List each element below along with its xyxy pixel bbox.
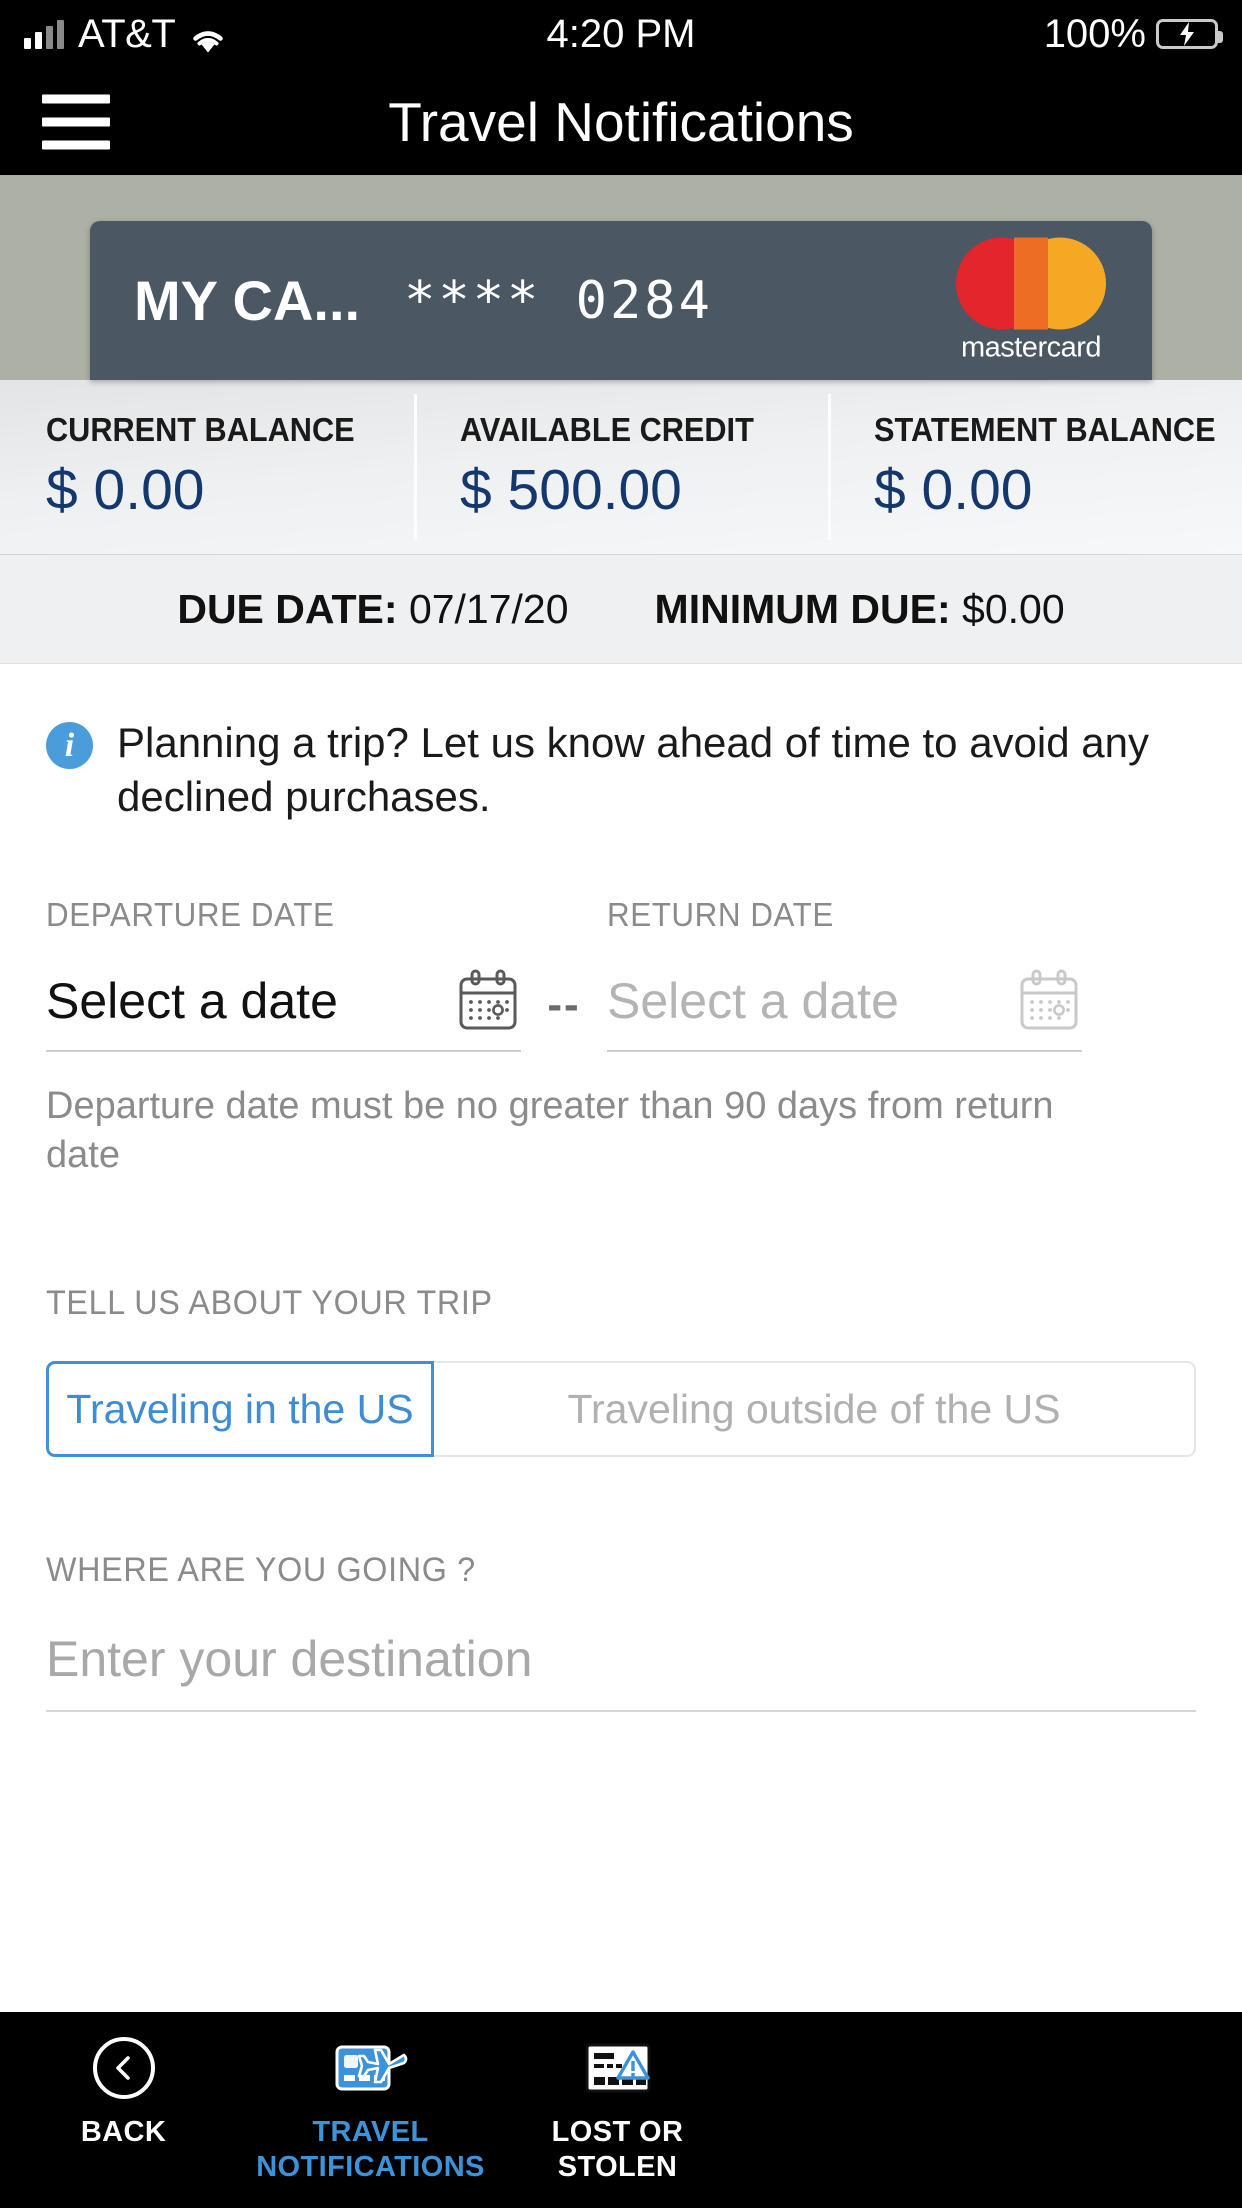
return-date-label: RETURN DATE xyxy=(607,895,834,933)
mastercard-logo-icon: mastercard xyxy=(956,237,1106,364)
minimum-due-value: $0.00 xyxy=(962,585,1065,632)
hamburger-menu-icon[interactable] xyxy=(42,94,110,149)
due-summary-row: DUE DATE: 07/17/20 MINIMUM DUE: $0.00 xyxy=(0,555,1242,664)
tab-back-label: BACK xyxy=(80,2116,167,2148)
balance-statement: STATEMENT BALANCE $ 0.00 xyxy=(828,380,1242,554)
card-masked-number: **** 0284 xyxy=(404,270,713,331)
due-date-value: 07/17/20 xyxy=(408,585,569,632)
info-circle-icon: i xyxy=(46,722,93,769)
card-airplane-icon xyxy=(334,2034,408,2102)
destination-section: WHERE ARE YOU GOING ? xyxy=(46,1551,1196,1713)
info-banner-text: Planning a trip? Let us know ahead of ti… xyxy=(117,719,1149,820)
bottom-tab-bar: BACK TRAVEL NOTIFICATIONS LOST OR STOLEN xyxy=(0,2012,1242,2208)
card-strip: MY CA... **** 0284 mastercard xyxy=(0,175,1242,380)
back-chevron-circle-icon xyxy=(92,2034,155,2102)
trip-type-segmented-control: Traveling in the US Traveling outside of… xyxy=(46,1361,1196,1458)
due-date: DUE DATE: 07/17/20 xyxy=(177,586,568,633)
tab-label-line2: NOTIFICATIONS xyxy=(256,2151,485,2184)
calendar-icon[interactable] xyxy=(1016,968,1082,1034)
carrier-label: AT&T xyxy=(78,11,176,56)
balance-value: $ 0.00 xyxy=(874,458,1033,522)
departure-date-block: DEPARTURE DATE Select a date xyxy=(46,896,521,1052)
page-title: Travel Notifications xyxy=(388,90,854,153)
departure-date-field[interactable]: Select a date xyxy=(46,968,521,1052)
status-bar-right: 100% xyxy=(1043,11,1223,57)
status-bar: AT&T 4:20 PM 100% xyxy=(0,0,1242,68)
date-range-picker: DEPARTURE DATE Select a date -- RETURN D… xyxy=(46,896,1196,1052)
date-range-hint: Departure date must be no greater than 9… xyxy=(46,1084,1054,1176)
balances-row: CURRENT BALANCE $ 0.00 AVAILABLE CREDIT … xyxy=(0,380,1242,555)
credit-card-summary[interactable]: MY CA... **** 0284 mastercard xyxy=(90,221,1152,380)
calendar-icon[interactable] xyxy=(455,968,521,1034)
due-date-label: DUE DATE: xyxy=(177,585,398,632)
destination-input[interactable] xyxy=(46,1630,1196,1713)
tab-label-line1: LOST OR xyxy=(551,2116,684,2148)
tab-label-line2: STOLEN xyxy=(557,2151,678,2184)
tab-label-line1: TRAVEL xyxy=(312,2116,429,2148)
tab-back[interactable]: BACK xyxy=(0,2034,247,2150)
card-nickname: MY CA... xyxy=(134,269,361,332)
balance-label: AVAILABLE CREDIT xyxy=(460,411,754,448)
card-warning-icon xyxy=(584,2034,652,2102)
wifi-icon xyxy=(189,20,227,53)
signal-bars-icon xyxy=(24,19,64,49)
app-screen: AT&T 4:20 PM 100% Travel Notifications M… xyxy=(0,0,1242,2208)
departure-date-label: DEPARTURE DATE xyxy=(46,895,335,933)
tab-lost-or-stolen-label: LOST OR STOLEN xyxy=(552,2115,684,2186)
return-date-block: RETURN DATE Select a date xyxy=(607,896,1082,1052)
battery-charging-icon xyxy=(1156,19,1223,49)
trip-section-label: TELL US ABOUT YOUR TRIP xyxy=(46,1284,493,1323)
return-date-field[interactable]: Select a date xyxy=(607,968,1082,1052)
balance-label: STATEMENT BALANCE xyxy=(874,411,1216,448)
balance-current: CURRENT BALANCE $ 0.00 xyxy=(0,380,414,554)
segment-traveling-in-us[interactable]: Traveling in the US xyxy=(46,1361,434,1458)
status-bar-left: AT&T xyxy=(24,12,227,57)
trip-type-section: TELL US ABOUT YOUR TRIP Traveling in the… xyxy=(46,1284,1196,1458)
tab-lost-or-stolen[interactable]: LOST OR STOLEN xyxy=(494,2034,741,2186)
date-range-separator: -- xyxy=(547,979,581,1029)
battery-percent-label: 100% xyxy=(1043,11,1146,56)
tab-travel-notifications-label: TRAVEL NOTIFICATIONS xyxy=(256,2115,485,2186)
balance-value: $ 0.00 xyxy=(46,458,205,522)
segment-traveling-outside-us[interactable]: Traveling outside of the US xyxy=(434,1361,1196,1458)
tab-travel-notifications[interactable]: TRAVEL NOTIFICATIONS xyxy=(247,2034,494,2186)
minimum-due-label: MINIMUM DUE: xyxy=(654,585,951,632)
balance-available-credit: AVAILABLE CREDIT $ 500.00 xyxy=(414,380,828,554)
info-banner: i Planning a trip? Let us know ahead of … xyxy=(46,664,1196,824)
mastercard-wordmark: mastercard xyxy=(960,331,1102,363)
return-date-value: Select a date xyxy=(607,972,899,1029)
main-content: i Planning a trip? Let us know ahead of … xyxy=(0,664,1242,2012)
departure-date-value: Select a date xyxy=(46,972,338,1029)
minimum-due: MINIMUM DUE: $0.00 xyxy=(655,586,1065,633)
navigation-bar: Travel Notifications xyxy=(0,68,1242,175)
balance-label: CURRENT BALANCE xyxy=(46,411,355,448)
balance-value: $ 500.00 xyxy=(460,458,682,522)
destination-label: WHERE ARE YOU GOING ? xyxy=(46,1551,476,1590)
